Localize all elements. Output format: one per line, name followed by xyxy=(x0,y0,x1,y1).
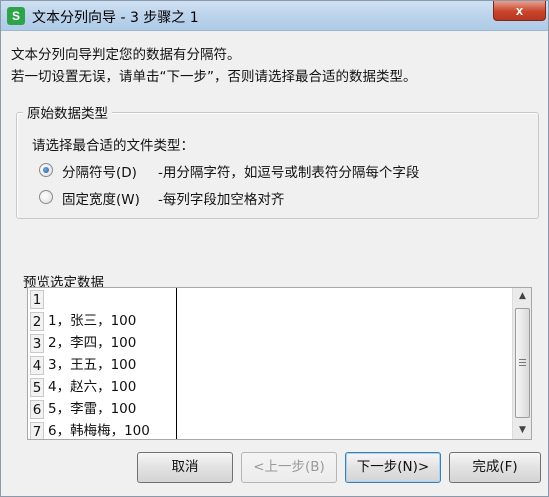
scroll-up-arrow-icon[interactable]: ▲ xyxy=(513,288,531,305)
window-title: 文本分列向导 - 3 步骤之 1 xyxy=(32,10,199,26)
thumb-grip-line xyxy=(519,365,526,366)
title-bar[interactable]: S 文本分列向导 - 3 步骤之 1 x xyxy=(1,1,548,31)
preview-row-number: 7 xyxy=(30,422,44,439)
preview-row-text: 3，王五，100 xyxy=(48,357,137,373)
fixed-width-radio[interactable] xyxy=(39,190,53,204)
intro-line-2: 若一切设置无误，请单击“下一步”，否则请选择最合适的数据类型。 xyxy=(11,69,417,85)
close-icon: x xyxy=(515,3,524,18)
scrollbar-thumb[interactable] xyxy=(515,308,530,418)
preview-row-text: 6，韩梅梅，100 xyxy=(48,423,150,439)
fixed-width-option-label[interactable]: 固定宽度(W) xyxy=(62,188,140,208)
preview-row: 5 4，赵六，100 xyxy=(28,376,176,398)
delimited-option-description: -用分隔字符，如逗号或制表符分隔每个字段 xyxy=(158,165,420,181)
preview-row-text: 1，张三，100 xyxy=(48,313,137,329)
back-button[interactable]: <上一步(B) xyxy=(241,452,337,483)
preview-row: 4 3，王五，100 xyxy=(28,354,176,376)
radio-selected-dot xyxy=(43,167,49,173)
preview-row: 2 1，张三，100 xyxy=(28,310,176,332)
preview-row-number: 4 xyxy=(30,356,44,375)
cancel-button[interactable]: 取消 xyxy=(137,452,233,483)
preview-row-text: 4，赵六，100 xyxy=(48,379,137,395)
preview-vertical-scrollbar[interactable]: ▲ ▼ xyxy=(512,288,531,439)
preview-row-text: 2，李四，100 xyxy=(48,335,137,351)
data-preview-pane[interactable]: 1 2 1，张三，100 3 2，李四，100 4 3，王五，100 5 4，赵… xyxy=(27,287,532,440)
preview-row-number: 3 xyxy=(30,334,44,353)
column-break-line[interactable] xyxy=(176,288,177,439)
close-button[interactable]: x xyxy=(493,1,546,21)
preview-row-number: 2 xyxy=(30,312,44,331)
thumb-grip-line xyxy=(519,359,526,360)
preview-row: 1 xyxy=(28,288,176,310)
scroll-down-arrow-icon[interactable]: ▼ xyxy=(513,422,531,439)
preview-row-number: 5 xyxy=(30,378,44,397)
finish-button[interactable]: 完成(F) xyxy=(449,452,541,483)
preview-row: 7 6，韩梅梅，100 xyxy=(28,420,176,439)
thumb-grip-line xyxy=(519,362,526,363)
preview-row: 3 2，李四，100 xyxy=(28,332,176,354)
preview-row-number: 1 xyxy=(30,290,44,309)
next-button[interactable]: 下一步(N)> xyxy=(345,452,441,483)
delimited-option-label[interactable]: 分隔符号(D) xyxy=(62,161,137,181)
preview-row: 6 5，李雷，100 xyxy=(28,398,176,420)
delimited-radio[interactable] xyxy=(39,163,53,177)
data-type-group-title: 原始数据类型 xyxy=(23,102,112,122)
preview-row-number: 6 xyxy=(30,400,44,419)
file-type-prompt: 请选择最合适的文件类型： xyxy=(32,138,194,154)
preview-row-text: 5，李雷，100 xyxy=(48,401,137,417)
fixed-width-option-description: -每列字段加空格对齐 xyxy=(158,192,285,208)
app-logo-icon: S xyxy=(7,7,25,25)
text-to-columns-dialog: S 文本分列向导 - 3 步骤之 1 x 文本分列向导判定您的数据有分隔符。 若… xyxy=(0,0,549,497)
intro-line-1: 文本分列向导判定您的数据有分隔符。 xyxy=(11,47,241,63)
